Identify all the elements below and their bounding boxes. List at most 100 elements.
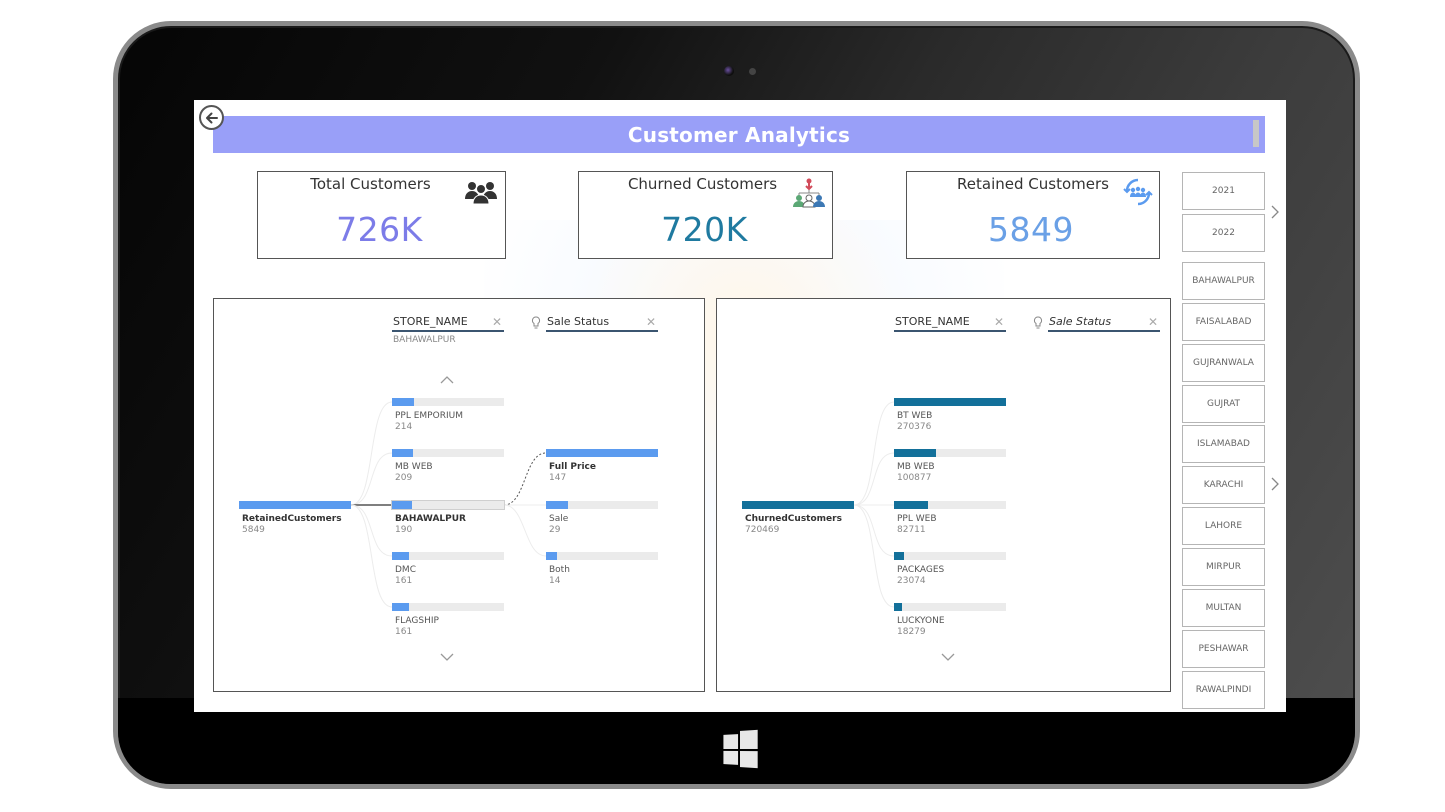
connector	[853, 452, 895, 506]
node-bar	[546, 552, 557, 560]
slicer-city-peshawar[interactable]: PESHAWAR	[1182, 630, 1265, 668]
slicer-city-gujranwala[interactable]: GUJRANWALA	[1182, 344, 1265, 382]
node-bar	[392, 398, 415, 406]
node-value: 190	[395, 525, 413, 535]
report-canvas: Customer Analytics Total Customers 726K …	[194, 100, 1286, 712]
node-value: 161	[395, 627, 413, 637]
chevron-right-icon[interactable]	[1270, 204, 1280, 220]
kpi-card-retained-customers: Retained Customers 5849	[906, 171, 1160, 259]
node-value: 209	[395, 473, 413, 483]
connector	[853, 504, 895, 608]
light-sensor	[749, 68, 756, 75]
node-bar	[392, 603, 409, 611]
connector	[503, 504, 547, 557]
people-group-icon	[465, 182, 497, 205]
node-bar	[894, 449, 936, 457]
tree-node[interactable]: MB WEB 100877	[894, 449, 1006, 484]
node-label: DMC	[395, 565, 416, 575]
tree-node[interactable]: BT WEB 270376	[894, 398, 1006, 433]
connector	[350, 401, 393, 506]
node-bar	[894, 552, 904, 560]
node-value: 29	[549, 525, 561, 535]
level-header-sale-status[interactable]: Sale Status ✕	[546, 313, 658, 332]
node-value: 214	[395, 422, 413, 432]
tree-node[interactable]: PPL WEB 82711	[894, 501, 1006, 536]
level-filter-value: BAHAWALPUR	[393, 335, 456, 345]
tree-root-node[interactable]: RetainedCustomers 5849	[239, 501, 351, 536]
slicer-city-rawalpindi[interactable]: RAWALPINDI	[1182, 671, 1265, 709]
level-header-store-name[interactable]: STORE_NAME ✕	[392, 313, 504, 332]
lightbulb-icon	[531, 316, 541, 329]
node-value: 270376	[897, 422, 932, 432]
title-scrollbar[interactable]	[1253, 120, 1259, 147]
node-label: BAHAWALPUR	[395, 514, 466, 524]
slicer-city-faisalabad[interactable]: FAISALABAD	[1182, 303, 1265, 341]
node-label: MB WEB	[395, 462, 433, 472]
tree-node[interactable]: DMC 161	[392, 552, 504, 587]
connector	[853, 401, 895, 506]
node-value: 720469	[745, 525, 780, 535]
slicer-year-2022[interactable]: 2022	[1182, 214, 1265, 252]
slicer-city-islamabad[interactable]: ISLAMABAD	[1182, 425, 1265, 463]
back-arrow-icon[interactable]	[199, 105, 224, 130]
slicer-city-multan[interactable]: MULTAN	[1182, 589, 1265, 627]
node-value: 161	[395, 576, 413, 586]
slicer-year-2021[interactable]: 2021	[1182, 172, 1265, 210]
connector	[853, 504, 895, 557]
chevron-down-icon[interactable]	[940, 652, 956, 662]
tree-node-selected[interactable]: BAHAWALPUR 190	[391, 500, 505, 536]
node-bar	[546, 449, 658, 457]
tree-node[interactable]: LUCKYONE 18279	[894, 603, 1006, 638]
node-label: PACKAGES	[897, 565, 945, 575]
tree-node[interactable]: Both 14	[546, 552, 658, 587]
node-value: 18279	[897, 627, 926, 637]
decomposition-tree-retained: STORE_NAME ✕ BAHAWALPUR Sale Status ✕ Re…	[213, 298, 705, 692]
kpi-value: 5849	[988, 210, 1074, 249]
tree-node[interactable]: PACKAGES 23074	[894, 552, 1006, 587]
close-icon[interactable]: ✕	[492, 315, 502, 329]
tree-node[interactable]: PPL EMPORIUM 214	[392, 398, 504, 433]
windows-logo-icon[interactable]	[723, 729, 758, 769]
node-label: MB WEB	[897, 462, 935, 472]
node-label: RetainedCustomers	[242, 514, 342, 524]
close-icon[interactable]: ✕	[1148, 315, 1158, 329]
slicer-city-bahawalpur[interactable]: BAHAWALPUR	[1182, 262, 1265, 300]
tree-node[interactable]: Sale 29	[546, 501, 658, 536]
node-label: FLAGSHIP	[395, 616, 439, 626]
connector-ai-split	[503, 452, 547, 506]
kpi-card-total-customers: Total Customers 726K	[257, 171, 506, 259]
level-header-label: Sale Status	[1049, 315, 1112, 328]
tree-node-selected[interactable]: Full Price 147	[546, 449, 658, 484]
tree-node[interactable]: FLAGSHIP 161	[392, 603, 504, 638]
close-icon[interactable]: ✕	[994, 315, 1004, 329]
node-bar	[894, 398, 1006, 406]
slicer-city-lahore[interactable]: LAHORE	[1182, 507, 1265, 545]
retention-cycle-icon	[1123, 178, 1153, 206]
node-bar	[239, 501, 351, 509]
decomposition-tree-churned: STORE_NAME ✕ Sale Status ✕ ChurnedCustom…	[716, 298, 1171, 692]
node-bar	[392, 501, 413, 509]
node-label: PPL WEB	[897, 514, 937, 524]
kpi-value: 726K	[336, 210, 423, 249]
lightbulb-icon	[1033, 316, 1043, 329]
level-header-store-name[interactable]: STORE_NAME ✕	[894, 313, 1006, 332]
slicer-city-mirpur[interactable]: MIRPUR	[1182, 548, 1265, 586]
level-header-label: STORE_NAME	[393, 315, 468, 328]
node-bar	[894, 603, 902, 611]
node-bar	[392, 552, 409, 560]
node-label: ChurnedCustomers	[745, 514, 842, 524]
node-value: 14	[549, 576, 561, 586]
chevron-right-icon[interactable]	[1270, 476, 1280, 492]
close-icon[interactable]: ✕	[646, 315, 656, 329]
slicer-city-gujrat[interactable]: GUJRAT	[1182, 385, 1265, 423]
tree-root-node[interactable]: ChurnedCustomers 720469	[742, 501, 854, 536]
node-value: 23074	[897, 576, 926, 586]
node-bar	[894, 501, 929, 509]
slicer-city-karachi[interactable]: KARACHI	[1182, 466, 1265, 504]
kpi-card-churned-customers: Churned Customers 720K	[578, 171, 833, 259]
chevron-up-icon[interactable]	[439, 375, 455, 385]
tree-node[interactable]: MB WEB 209	[392, 449, 504, 484]
level-header-sale-status[interactable]: Sale Status ✕	[1048, 313, 1160, 332]
node-label: Full Price	[549, 462, 596, 472]
chevron-down-icon[interactable]	[439, 652, 455, 662]
